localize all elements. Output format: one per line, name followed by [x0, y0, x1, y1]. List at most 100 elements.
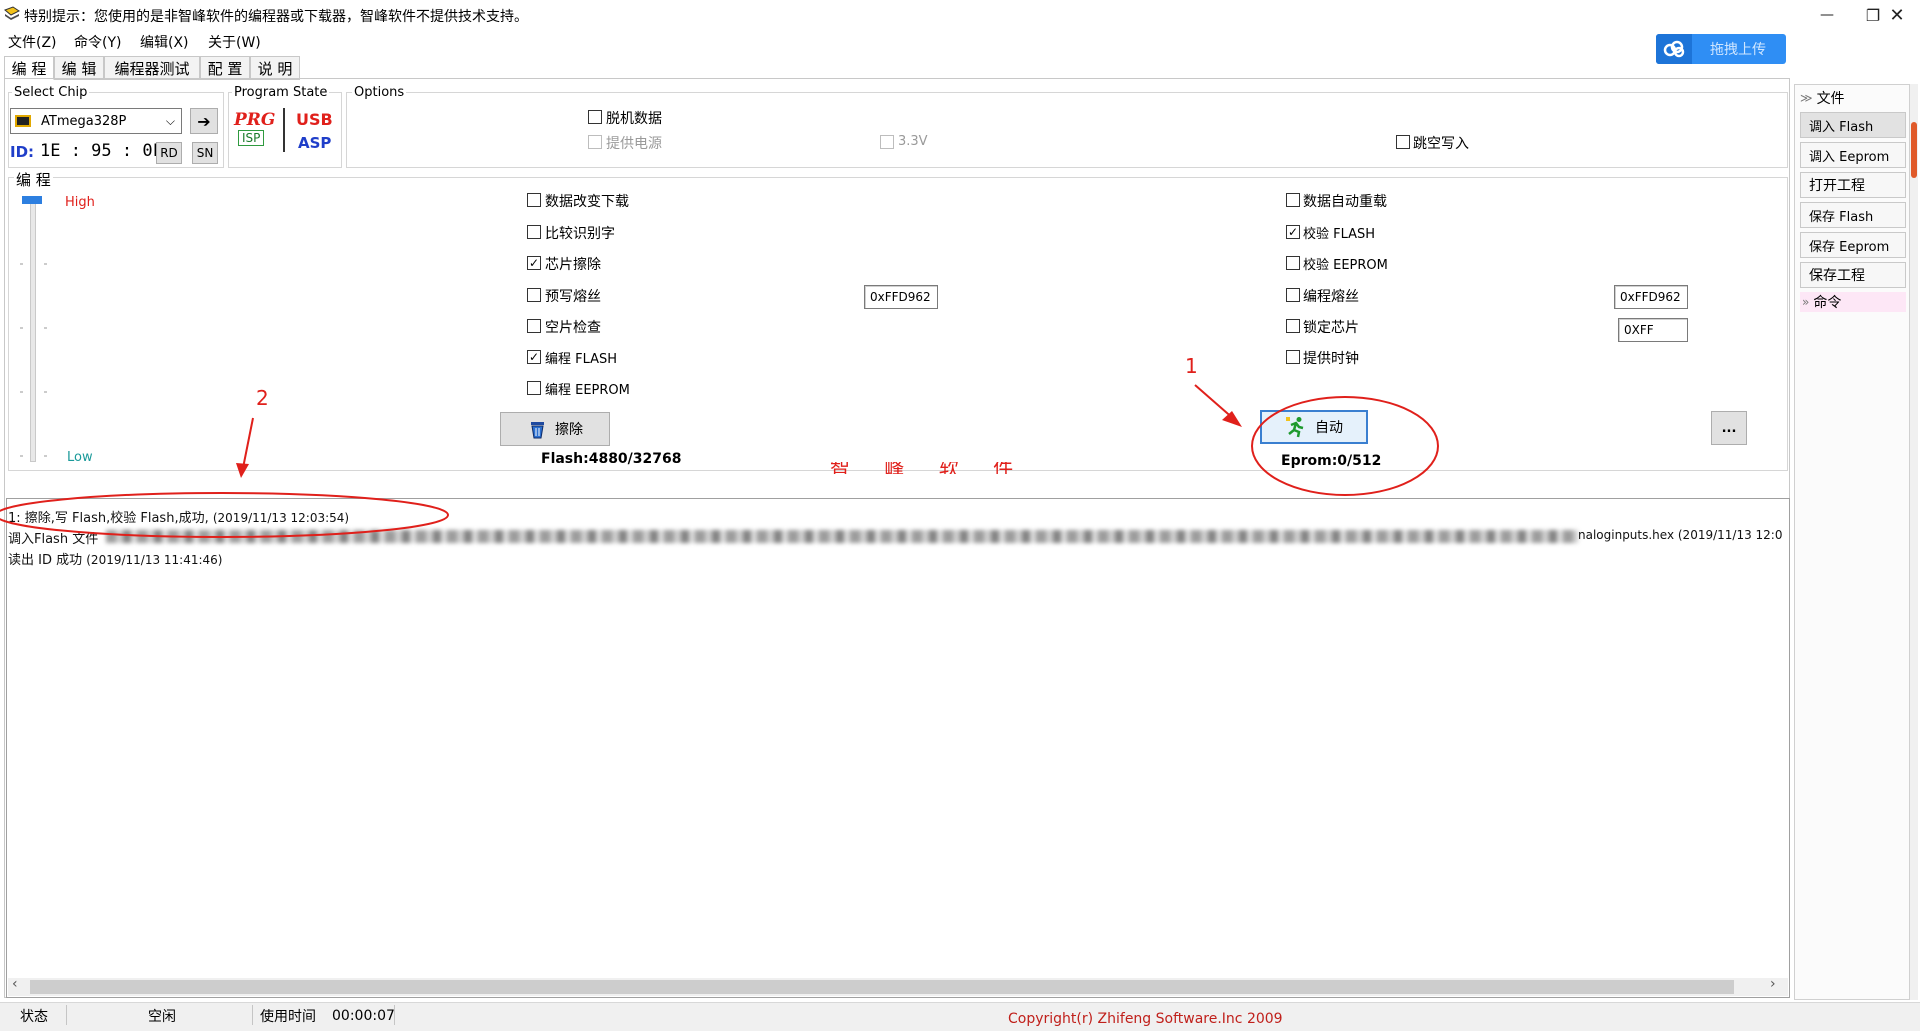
left-check-3-box[interactable]: [527, 288, 541, 302]
right-check-5-box[interactable]: [1286, 350, 1300, 364]
left-check-6-label: 编程 EEPROM: [545, 383, 630, 398]
right-check-1-label: 校验 FLASH: [1303, 227, 1376, 242]
sidebar-item-save-eeprom[interactable]: 保存 Eeprom: [1800, 232, 1906, 258]
scroll-left-icon[interactable]: ‹: [12, 976, 18, 992]
log-line-2: 调入Flash 文件: [8, 532, 99, 547]
left-check-4-label: 空片检查: [545, 320, 601, 336]
drag-upload-button[interactable]: 拖拽上传: [1656, 34, 1786, 64]
rd-button[interactable]: RD: [156, 142, 182, 164]
arrow-right-icon: ➔: [197, 111, 211, 131]
state-divider: [283, 108, 285, 152]
sidebar-scroll-thumb[interactable]: [1911, 122, 1917, 178]
tab-edit[interactable]: 编 辑: [54, 56, 104, 80]
menu-file[interactable]: 文件(Z): [8, 32, 57, 52]
time-value: 00:00:07: [332, 1008, 395, 1024]
sidebar-item-load-eeprom[interactable]: 调入 Eeprom: [1800, 142, 1906, 168]
left-check-5-label: 编程 FLASH: [545, 352, 618, 367]
chevron-double-down-icon: ≫: [1800, 91, 1813, 105]
menu-about[interactable]: 关于(W): [208, 32, 261, 52]
right-check-3-label: 编程熔丝: [1303, 289, 1359, 305]
sidebar-scrollbar[interactable]: [1910, 84, 1918, 1000]
program-group: [8, 177, 1788, 471]
right-check-3-box[interactable]: [1286, 288, 1300, 302]
left-check-4-box[interactable]: [527, 319, 541, 333]
offline-data-checkbox[interactable]: [588, 110, 602, 124]
status-divider-1: [66, 1005, 67, 1025]
sidebar-item-open-project[interactable]: 打开工程: [1800, 172, 1906, 198]
scroll-right-icon[interactable]: ›: [1770, 976, 1776, 992]
program-group-title: 编 程: [14, 169, 53, 190]
log-line-2-suffix: naloginputs.hex (2019/11/13 12:0: [1578, 528, 1783, 542]
scrollbar-thumb[interactable]: [30, 980, 1734, 994]
tab-program[interactable]: 编 程: [4, 56, 54, 80]
chip-select[interactable]: ATmega328P ⌵: [10, 108, 182, 134]
status-divider-2: [252, 1005, 253, 1025]
high-label: High: [65, 195, 95, 210]
sidebar-files-header[interactable]: ≫ 文件: [1800, 88, 1906, 108]
time-label: 使用时间: [260, 1009, 316, 1025]
left-check-1-label: 比较识别字: [545, 226, 615, 242]
upload-label: 拖拽上传: [1710, 42, 1766, 58]
fuse-value-right[interactable]: 0xFFD962: [1614, 285, 1688, 309]
left-check-1-box[interactable]: [527, 225, 541, 239]
running-man-icon: [1285, 416, 1307, 438]
sn-button[interactable]: SN: [192, 142, 218, 164]
tab-config[interactable]: 配 置: [200, 56, 250, 80]
left-check-2-box[interactable]: ✓: [527, 256, 541, 270]
tab-programmer-test[interactable]: 编程器测试: [104, 56, 200, 80]
v33-checkbox: [880, 135, 894, 149]
more-button[interactable]: ...: [1711, 411, 1747, 445]
left-check-0-box[interactable]: [527, 193, 541, 207]
watermark-text: 智 峰 软 件: [830, 462, 1028, 474]
left-check-0-label: 数据改变下载: [545, 194, 629, 210]
prg-label: PRG: [234, 110, 276, 130]
right-check-2-label: 校验 EEPROM: [1303, 258, 1388, 273]
right-check-0-label: 数据自动重载: [1303, 194, 1387, 210]
right-check-1-box[interactable]: ✓: [1286, 225, 1300, 239]
fuse-value-left[interactable]: 0xFFD962: [864, 285, 938, 309]
skip-blank-label: 跳空写入: [1413, 136, 1469, 152]
auto-button[interactable]: 自动: [1260, 410, 1368, 444]
sidebar-commands-header[interactable]: » 命令: [1800, 292, 1906, 312]
right-check-2-box[interactable]: [1286, 256, 1300, 270]
left-check-6-box[interactable]: [527, 381, 541, 395]
chevron-double-right-icon: »: [1802, 295, 1810, 309]
lock-value[interactable]: 0XFF: [1618, 318, 1688, 342]
supply-power-checkbox: [588, 135, 602, 149]
window-title: 特别提示：您使用的是非智峰软件的编程器或下载器，智峰软件不提供技术支持。: [24, 9, 528, 25]
usb-label: USB: [296, 110, 333, 129]
chip-icon: [15, 115, 31, 127]
status-divider-3: [394, 1005, 395, 1025]
menu-command[interactable]: 命令(Y): [74, 32, 121, 52]
chip-id-label: ID:: [10, 143, 35, 161]
select-chip-title: Select Chip: [12, 85, 90, 100]
asp-label: ASP: [298, 134, 332, 152]
right-check-4-label: 锁定芯片: [1303, 320, 1359, 336]
chip-id-value: 1E : 95 : 0F: [40, 141, 163, 161]
supply-power-label: 提供电源: [606, 136, 662, 152]
trash-icon: [527, 419, 547, 439]
status-value: 空闲: [148, 1009, 176, 1025]
options-group: [346, 92, 1788, 168]
tab-help[interactable]: 说 明: [250, 56, 300, 80]
sidebar-item-load-flash[interactable]: 调入 Flash: [1800, 112, 1906, 138]
program-state-title: Program State: [232, 85, 330, 100]
flash-info: Flash:4880/32768: [541, 451, 682, 467]
minimize-button[interactable]: —: [1804, 0, 1850, 30]
sidebar-item-save-flash[interactable]: 保存 Flash: [1800, 202, 1906, 228]
skip-blank-checkbox[interactable]: [1396, 135, 1410, 149]
right-check-4-box[interactable]: [1286, 319, 1300, 333]
cloud-icon: [1656, 34, 1692, 64]
erase-label: 擦除: [555, 422, 583, 438]
log-panel: [6, 498, 1790, 998]
chip-name: ATmega328P: [41, 113, 127, 129]
menu-edit[interactable]: 编辑(X): [140, 32, 189, 52]
options-title: Options: [352, 85, 407, 100]
sidebar-item-save-project[interactable]: 保存工程: [1800, 262, 1906, 288]
erase-button[interactable]: 擦除: [500, 412, 610, 446]
right-check-0-box[interactable]: [1286, 193, 1300, 207]
close-button[interactable]: ✕: [1874, 0, 1920, 30]
left-check-5-box[interactable]: ✓: [527, 350, 541, 364]
app-icon: [4, 6, 20, 22]
arrow-right-button[interactable]: ➔: [190, 108, 218, 134]
